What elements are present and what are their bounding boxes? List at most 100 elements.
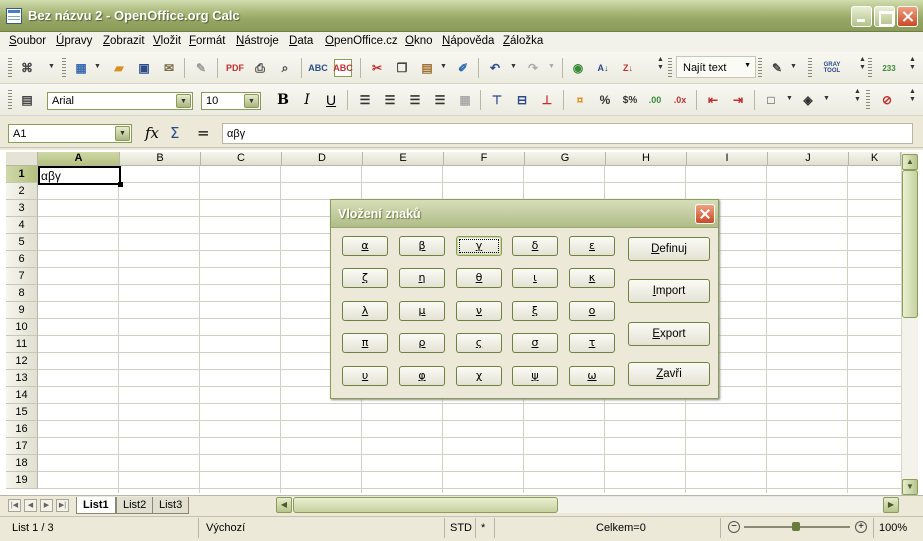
char-button-gamma[interactable]: γ — [456, 236, 502, 256]
background-dropdown-arrow-icon[interactable]: ▼ — [823, 95, 830, 102]
row-header-7[interactable]: 7 — [6, 268, 38, 285]
toolbar-grip[interactable] — [8, 58, 12, 78]
char-button-nu[interactable]: ν — [456, 301, 502, 321]
row-header-2[interactable]: 2 — [6, 183, 38, 200]
column-header-f[interactable]: F — [444, 152, 525, 166]
align-middle-icon[interactable]: ⊟ — [513, 91, 531, 109]
char-button-delta[interactable]: δ — [512, 236, 558, 256]
column-header-a[interactable]: A — [38, 152, 120, 166]
char-button-tau[interactable]: τ — [569, 333, 615, 353]
toolbar-grip[interactable] — [758, 58, 762, 78]
new-document-icon[interactable]: ▦ — [72, 59, 90, 77]
redo-dropdown-arrow-icon[interactable]: ▼ — [548, 63, 555, 70]
row-header-16[interactable]: 16 — [6, 421, 38, 438]
char-button-kappa[interactable]: κ — [569, 268, 615, 288]
underline-icon[interactable]: U — [322, 91, 340, 109]
row-header-1[interactable]: 1 — [6, 166, 38, 183]
select-all-corner[interactable] — [6, 152, 38, 166]
find-dropdown-arrow-icon[interactable]: ▼ — [744, 62, 751, 69]
gray-tool-icon[interactable]: GRAY TOOL — [820, 59, 844, 77]
background-color-icon[interactable]: ◈ — [799, 91, 817, 109]
align-top-icon[interactable]: ⊤ — [488, 91, 506, 109]
char-button-iota[interactable]: ι — [512, 268, 558, 288]
add-decimal-icon[interactable]: .00 — [646, 91, 664, 109]
char-button-psi[interactable]: ψ — [512, 366, 558, 386]
menu-vlozit[interactable]: Vložit — [153, 35, 181, 47]
command-icon[interactable]: ⌘ — [18, 59, 36, 77]
styles-icon[interactable]: ▤ — [18, 91, 36, 109]
char-button-zeta[interactable]: ζ — [342, 268, 388, 288]
minimize-button[interactable] — [851, 6, 872, 27]
export-pdf-icon[interactable]: PDF — [226, 59, 244, 77]
horizontal-scroll-thumb[interactable] — [293, 497, 558, 513]
status-sum[interactable]: Celkem=0 — [596, 522, 646, 534]
font-size-combo[interactable]: 10 ▼ — [201, 92, 261, 110]
sort-ascending-icon[interactable]: A↓ — [594, 59, 612, 77]
char-button-mu[interactable]: μ — [399, 301, 445, 321]
align-left-icon[interactable]: ☰ — [356, 91, 374, 109]
toolbar-overflow-icon[interactable]: ▲ ▼ — [908, 56, 917, 80]
toolbar-menu-arrow-icon[interactable]: ▼ — [48, 63, 55, 70]
toolbar-overflow-icon[interactable]: ▲ ▼ — [858, 56, 867, 80]
character-map-icon[interactable]: 233 — [878, 59, 900, 77]
column-header-i[interactable]: I — [687, 152, 768, 166]
row-header-19[interactable]: 19 — [6, 472, 38, 489]
horizontal-scrollbar[interactable]: ◀ ▶ — [276, 497, 899, 513]
char-button-upsilon[interactable]: υ — [342, 366, 388, 386]
char-button-sigma[interactable]: σ — [512, 333, 558, 353]
char-button-chi[interactable]: χ — [456, 366, 502, 386]
clone-formatting-icon[interactable]: ✐ — [454, 59, 472, 77]
navigator-icon[interactable]: ◉ — [569, 59, 587, 77]
font-name-combo[interactable]: Arial ▼ — [47, 92, 193, 110]
row-header-10[interactable]: 10 — [6, 319, 38, 336]
borders-icon[interactable]: □ — [762, 91, 780, 109]
print-preview-icon[interactable]: ⌕ — [276, 59, 294, 77]
autospellcheck-icon[interactable]: ABC — [333, 59, 353, 77]
cut-icon[interactable]: ✂ — [368, 59, 386, 77]
spellcheck-icon[interactable]: ABC — [308, 59, 328, 77]
char-button-final-sigma[interactable]: ς — [456, 333, 502, 353]
row-header-3[interactable]: 3 — [6, 200, 38, 217]
toolbar-grip[interactable] — [8, 90, 12, 110]
char-button-xi[interactable]: ξ — [512, 301, 558, 321]
decrease-indent-icon[interactable]: ⇤ — [704, 91, 722, 109]
toolbar-overflow-icon[interactable]: ▲ ▼ — [908, 88, 917, 112]
macro-icon[interactable]: ⊘ — [878, 91, 896, 109]
align-bottom-icon[interactable]: ⊥ — [538, 91, 556, 109]
sort-descending-icon[interactable]: Z↓ — [619, 59, 637, 77]
char-button-omega[interactable]: ω — [569, 366, 615, 386]
function-equals-icon[interactable]: = — [197, 124, 210, 142]
scroll-down-icon[interactable]: ▼ — [902, 479, 918, 495]
find-text-box[interactable]: Najít text ▼ — [676, 56, 756, 78]
char-button-beta[interactable]: β — [399, 236, 445, 256]
define-button[interactable]: Definuj — [628, 237, 710, 261]
status-zoom-level[interactable]: 100% — [879, 522, 907, 534]
currency-format-icon[interactable]: ¤ — [571, 91, 589, 109]
save-icon[interactable]: ▣ — [135, 59, 153, 77]
row-header-9[interactable]: 9 — [6, 302, 38, 319]
menu-zalozka[interactable]: Záložka — [503, 35, 543, 47]
status-selection-mode[interactable]: STD — [450, 522, 472, 534]
sheet-tab-list1[interactable]: List1 — [76, 497, 116, 514]
align-center-icon[interactable]: ☰ — [381, 91, 399, 109]
paste-icon[interactable]: ▤ — [418, 59, 436, 77]
column-header-e[interactable]: E — [363, 152, 444, 166]
toolbar-grip[interactable] — [668, 58, 672, 78]
column-header-c[interactable]: C — [201, 152, 282, 166]
column-header-d[interactable]: D — [282, 152, 363, 166]
maximize-button[interactable] — [874, 6, 895, 27]
increase-indent-icon[interactable]: ⇥ — [729, 91, 747, 109]
bold-icon[interactable]: B — [274, 91, 292, 109]
column-header-j[interactable]: J — [768, 152, 849, 166]
font-size-dropdown-icon[interactable]: ▼ — [244, 94, 259, 108]
edit-file-icon[interactable]: ✎ — [192, 59, 210, 77]
new-dropdown-arrow-icon[interactable]: ▼ — [94, 63, 101, 70]
menu-zobrazit[interactable]: Zobrazit — [103, 35, 145, 47]
char-button-epsilon[interactable]: ε — [569, 236, 615, 256]
column-header-h[interactable]: H — [606, 152, 687, 166]
row-header-12[interactable]: 12 — [6, 353, 38, 370]
row-header-6[interactable]: 6 — [6, 251, 38, 268]
redo-icon[interactable]: ↷ — [524, 59, 542, 77]
char-button-rho[interactable]: ρ — [399, 333, 445, 353]
menu-upravy[interactable]: Úpravy — [56, 35, 92, 47]
